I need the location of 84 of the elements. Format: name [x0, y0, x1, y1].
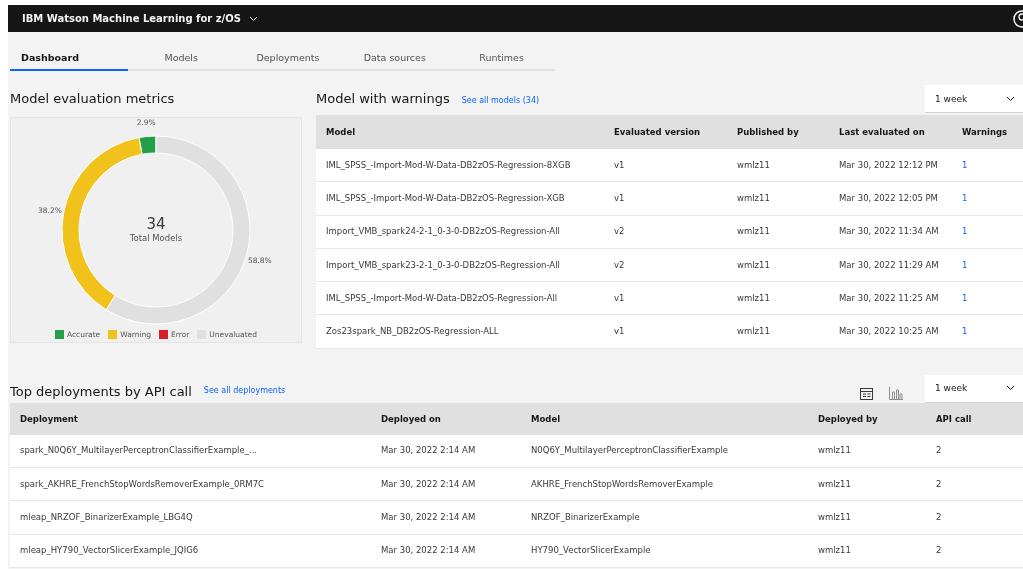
table-cell: Mar 30, 2022 11:29 AM — [829, 248, 952, 283]
legend-swatch — [159, 330, 169, 339]
total-count: 34 — [146, 215, 166, 233]
column-header: Warnings — [952, 115, 1023, 149]
table-cell: wmlz11 — [727, 149, 829, 183]
see-all-link[interactable]: See all deployments — [203, 385, 286, 395]
column-header: Deployed by — [808, 402, 926, 435]
table-cell: mleap_NRZOF_BinarizerExample_LBG4Q — [10, 501, 371, 535]
table-view-icon[interactable] — [860, 387, 873, 400]
table-cell: v1 — [604, 315, 727, 349]
table-cell: wmlz11 — [727, 182, 829, 216]
column-header: Deployment — [10, 402, 371, 435]
nav-tab[interactable]: Data sources — [341, 44, 449, 71]
table-cell: IML_SPSS_-Import-Mod-W-Data-DB2zOS-Regression-8XGB — [316, 149, 604, 183]
table-cell: IML_SPSS_-Import-Mod-W-Data-DB2zOS-Regression-XGB — [316, 182, 604, 216]
total-label: Total Models — [129, 233, 183, 243]
table-cell: Mar 30, 2022 11:34 AM — [829, 215, 952, 249]
table-cell: Mar 30, 2022 2:14 AM — [371, 434, 521, 469]
nav-tab[interactable]: Dashboard — [10, 44, 128, 71]
table-cell: spark_N0Q6Y_MultilayerPerceptronClassifierExample_... — [10, 434, 371, 469]
table-cell: NRZOF_BinarizerExample — [521, 501, 808, 535]
legend-swatch — [108, 330, 118, 339]
warning-count-link[interactable]: 1 — [952, 182, 1023, 216]
warning-count-link[interactable]: 1 — [952, 149, 1023, 183]
column-header: Last evaluated on — [829, 115, 952, 149]
table-cell: 2 — [926, 434, 1023, 469]
table-cell: 2 — [926, 468, 1023, 502]
table-cell: wmlz11 — [727, 315, 829, 349]
bar-chart-icon[interactable] — [889, 386, 903, 400]
warning-count-link[interactable]: 1 — [952, 282, 1023, 316]
chevron-down-icon[interactable] — [248, 15, 258, 22]
table-cell: IML_SPSS_-Import-Mod-W-Data-DB2zOS-Regression-All — [316, 282, 604, 316]
legend-swatch — [55, 330, 64, 339]
section-title: Model evaluation metrics — [10, 91, 175, 106]
column-header: API call — [926, 402, 1023, 435]
table-cell: Mar 30, 2022 2:14 AM — [371, 468, 521, 502]
table-cell: wmlz11 — [727, 282, 829, 316]
table-cell: spark_AKHRE_FrenchStopWordsRemoverExample_0RM7C — [10, 468, 371, 502]
table-cell: Mar 30, 2022 12:05 PM — [829, 182, 952, 216]
table-cell: Mar 30, 2022 10:25 AM — [829, 315, 952, 349]
table-cell: Import_VMB_spark24-2-1_0-3-0-DB2zOS-Regression-All — [316, 215, 604, 249]
table-cell: Mar 30, 2022 12:12 PM — [829, 149, 952, 183]
table-cell: wmlz11 — [808, 434, 926, 469]
table-cell: mleap_HY790_VectorSlicerExample_JQIG6 — [10, 534, 371, 568]
table-cell: wmlz11 — [808, 501, 926, 535]
warning-count-link[interactable]: 1 — [952, 248, 1023, 283]
period-dropdown[interactable]: 1 week — [925, 85, 1023, 113]
column-header: Model — [521, 402, 808, 435]
warning-count-link[interactable]: 1 — [952, 215, 1023, 249]
table-cell: Mar 30, 2022 2:14 AM — [371, 501, 521, 535]
nav-tab[interactable]: Runtimes — [448, 44, 555, 71]
table-cell: 2 — [926, 501, 1023, 535]
table-cell: wmlz11 — [727, 248, 829, 283]
table-cell: Mar 30, 2022 2:14 AM — [371, 534, 521, 568]
section-title: Model with warnings — [316, 91, 450, 106]
table-cell: v1 — [604, 282, 727, 316]
table-cell: Zos23spark_NB_DB2zOS-Regression-ALL — [316, 315, 604, 349]
column-header: Model — [316, 115, 604, 149]
nav-tab[interactable]: Deployments — [234, 44, 342, 71]
chevron-down-icon — [1006, 95, 1015, 102]
table-cell: AKHRE_FrenchStopWordsRemoverExample — [521, 468, 808, 502]
column-header: Evaluated version — [604, 115, 727, 149]
app-title: IBM Watson Machine Learning for z/OS — [22, 13, 241, 24]
table-cell: wmlz11 — [808, 534, 926, 568]
column-header: Published by — [727, 115, 829, 149]
table-cell: HY790_VectorSlicerExample — [521, 534, 808, 568]
column-header: Deployed on — [371, 402, 521, 435]
table-cell: v1 — [604, 182, 727, 216]
warning-count-link[interactable]: 1 — [952, 315, 1023, 349]
table-cell: wmlz11 — [727, 215, 829, 249]
table-cell: v2 — [604, 248, 727, 283]
see-all-link[interactable]: See all models (34) — [461, 96, 540, 105]
table-cell: 2 — [926, 534, 1023, 568]
nav-tab[interactable]: Models — [127, 44, 235, 71]
user-avatar-icon[interactable] — [1012, 8, 1023, 29]
chevron-down-icon — [1006, 385, 1015, 392]
table-cell: v1 — [604, 149, 727, 183]
table-cell: wmlz11 — [808, 468, 926, 502]
table-cell: v2 — [604, 215, 727, 249]
table-cell: N0Q6Y_MultilayerPerceptronClassifierExample — [521, 434, 808, 469]
period-dropdown[interactable]: 1 week — [925, 374, 1023, 403]
table-cell: Mar 30, 2022 11:25 AM — [829, 282, 952, 316]
section-title: Top deployments by API call — [10, 383, 192, 399]
table-cell: Import_VMB_spark23-2-1_0-3-0-DB2zOS-Regression-All — [316, 248, 604, 283]
